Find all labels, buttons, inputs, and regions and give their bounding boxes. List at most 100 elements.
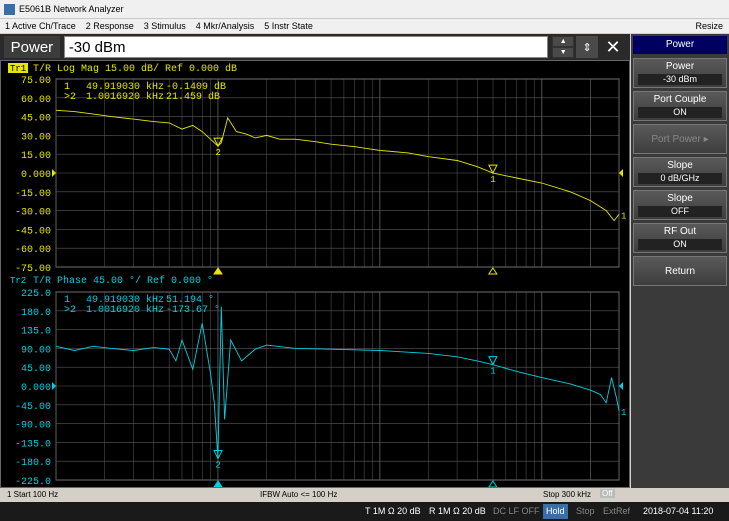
start-frequency[interactable]: 1 Start 100 Hz <box>7 490 58 499</box>
window-titlebar: E5061B Network Analyzer <box>0 0 729 19</box>
y-tick-label: -75.00 <box>15 264 51 275</box>
marker-label: 1 <box>490 367 495 377</box>
spin-up-icon[interactable]: ▲ <box>552 36 575 47</box>
y-tick-label: 135.0 <box>21 327 51 338</box>
menu-instr-state[interactable]: 5 Instr State <box>259 21 318 31</box>
marker-position-icon <box>213 480 223 488</box>
softkey-panel: Power Power -30 dBm Port Couple ON Port … <box>631 34 729 488</box>
y-tick-label: -135.0 <box>15 439 51 450</box>
channel-status-line: 1 Start 100 Hz IFBW Auto <= 100 Hz Stop … <box>0 489 729 501</box>
ifbw-status[interactable]: IFBW Auto <= 100 Hz <box>260 490 337 499</box>
r-input-status: R 1M Ω 20 dB <box>429 506 486 516</box>
menu-stimulus[interactable]: 3 Stimulus <box>139 21 191 31</box>
softkey-label: Power <box>665 61 695 72</box>
y-tick-label: 75.00 <box>21 76 51 87</box>
y-tick-label: 0.000 <box>21 383 51 394</box>
stop-frequency[interactable]: Stop 300 kHz <box>543 490 591 499</box>
ref-level-right-icon <box>619 382 623 390</box>
trace-title: T/R Phase 45.00 °/ Ref 0.000 ° <box>33 275 213 287</box>
y-tick-label: -60.00 <box>15 245 51 256</box>
y-tick-label: 60.00 <box>21 95 51 106</box>
y-tick-label: -180.0 <box>15 458 51 469</box>
softkey-port-couple[interactable]: Port Couple ON <box>633 91 727 121</box>
ref-level-left-icon <box>52 382 56 390</box>
menubar: 1 Active Ch/Trace 2 Response 3 Stimulus … <box>0 19 729 33</box>
menu-resize[interactable]: Resize <box>690 21 729 31</box>
marker-position-icon <box>487 267 498 275</box>
softkey-slope-toggle[interactable]: Slope OFF <box>633 190 727 220</box>
marker-label: 1 <box>490 175 495 185</box>
marker-readout-value: -173.67 ° <box>166 304 220 316</box>
softkey-label: Slope <box>667 193 693 204</box>
entry-updown-icon[interactable]: ⇕ <box>576 36 599 58</box>
menu-active-ch-trace[interactable]: 1 Active Ch/Trace <box>0 21 81 31</box>
softkey-label: Port Couple <box>653 94 707 105</box>
entry-value-input[interactable]: -30 dBm <box>63 36 549 58</box>
window-title: E5061B Network Analyzer <box>19 4 124 14</box>
trace-tag: Tr1 <box>10 64 26 74</box>
softkey-value: ON <box>638 107 722 118</box>
y-tick-label: -45.00 <box>15 226 51 237</box>
marker-label: 2 <box>215 461 220 471</box>
softkey-rf-out[interactable]: RF Out ON <box>633 223 727 253</box>
marker-label: 2 <box>215 148 220 158</box>
y-tick-label: 180.0 <box>21 308 51 319</box>
menu-mkr-analysis[interactable]: 4 Mkr/Analysis <box>191 21 260 31</box>
softkey-value: ON <box>638 239 722 250</box>
entry-label: Power <box>4 36 60 58</box>
menu-response[interactable]: 2 Response <box>81 21 139 31</box>
marker-readout-value: 21.459 dB <box>166 91 220 103</box>
trace-title: T/R Log Mag 15.00 dB/ Ref 0.000 dB <box>33 63 237 75</box>
marker-readout-freq: 1.0016920 kHz <box>86 304 164 316</box>
softkey-header: Power <box>633 36 727 54</box>
y-tick-label: 225.0 <box>21 289 51 300</box>
t-input-status: T 1M Ω 20 dB <box>365 506 421 516</box>
y-tick-label: -15.00 <box>15 189 51 200</box>
softkey-value: OFF <box>638 206 722 217</box>
extref-status: ExtRef <box>603 506 631 516</box>
softkey-port-power[interactable]: Port Power ▸ <box>633 124 727 154</box>
y-tick-label: -90.00 <box>15 421 51 432</box>
marker-position-icon <box>487 480 498 488</box>
y-tick-label: 15.00 <box>21 151 51 162</box>
softkey-power[interactable]: Power -30 dBm <box>633 58 727 88</box>
marker-position-icon <box>213 267 223 275</box>
softkey-label: Port Power ▸ <box>651 133 709 145</box>
softkey-value: -30 dBm <box>638 74 722 85</box>
dc-lf-status: DC LF OFF <box>493 506 540 516</box>
y-tick-label: -225.0 <box>15 477 51 487</box>
trace-tag: Tr2 <box>10 276 26 286</box>
y-tick-label: -30.00 <box>15 208 51 219</box>
softkey-return[interactable]: Return <box>633 256 727 286</box>
y-tick-label: 45.00 <box>21 114 51 125</box>
stop-status: Stop <box>576 506 595 516</box>
y-tick-label: 0.000 <box>21 170 51 181</box>
ref-level-left-icon <box>52 169 56 177</box>
spin-down-icon[interactable]: ▼ <box>552 47 575 58</box>
sweep-off-badge: Off <box>600 489 615 498</box>
plot-area: 75.00 60.00 45.00 30.00 15.00 0.000 -15.00 -30.… <box>0 60 630 488</box>
softkey-label: Return <box>664 265 695 277</box>
softkey-value: 0 dB/GHz <box>638 173 722 184</box>
entry-close-icon[interactable]: ✕ <box>600 36 626 58</box>
y-tick-label: 45.00 <box>21 364 51 375</box>
datetime: 2018-07-04 11:20 <box>643 506 714 516</box>
plot-svg: 75.00 60.00 45.00 30.00 15.00 0.000 -15.00 -30.… <box>8 63 626 488</box>
y-tick-label: -45.00 <box>15 402 51 413</box>
app-icon <box>4 3 15 15</box>
hold-status: Hold <box>543 504 568 519</box>
trace-end-label: 1 <box>621 408 626 418</box>
softkey-label: Slope <box>667 160 693 171</box>
ref-level-right-icon <box>619 169 623 177</box>
y-tick-label: 30.00 <box>21 132 51 143</box>
softkey-slope-value[interactable]: Slope 0 dB/GHz <box>633 157 727 187</box>
instrument-status-bar: T 1M Ω 20 dB R 1M Ω 20 dB DC LF OFF Hold… <box>0 502 729 521</box>
entry-spinner: ▲ ▼ <box>552 36 575 58</box>
entry-bar: Power -30 dBm ▲ ▼ ⇕ ✕ <box>0 34 630 60</box>
softkey-label: RF Out <box>663 226 697 237</box>
trace-end-label: 1 <box>621 211 626 221</box>
marker-readout-id: >2 <box>64 305 76 316</box>
y-tick-label: 90.00 <box>21 345 51 356</box>
marker-readout-id: >2 <box>64 92 76 103</box>
marker-readout-freq: 1.0016920 kHz <box>86 91 164 103</box>
